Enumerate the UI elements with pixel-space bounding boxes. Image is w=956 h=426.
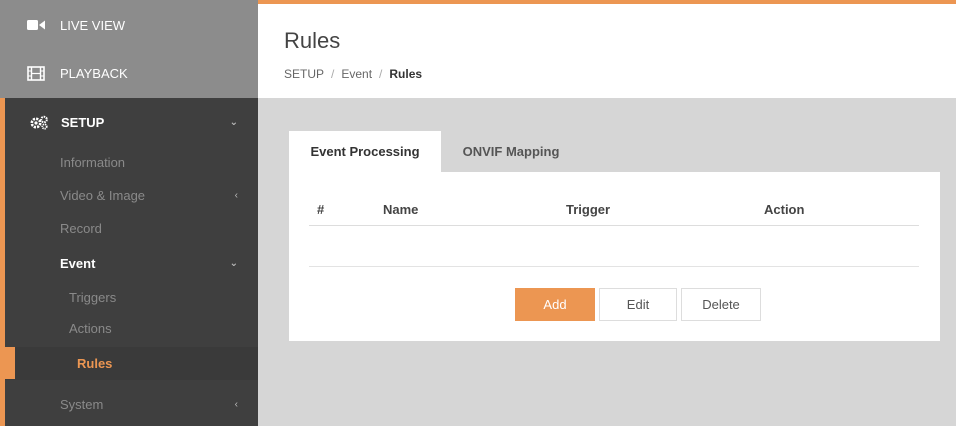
nav-setup[interactable]: SETUP ⌄ (5, 98, 258, 146)
breadcrumb-separator: / (379, 67, 383, 81)
nav-live-view-label: LIVE VIEW (60, 17, 126, 33)
tab-bar: Event Processing ONVIF Mapping (289, 131, 581, 172)
breadcrumb-setup[interactable]: SETUP (284, 67, 324, 81)
sidebar-item-record[interactable]: Record (5, 212, 258, 245)
sidebar-item-event[interactable]: Event ⌄ (5, 247, 258, 280)
active-item-marker (0, 347, 15, 379)
table-divider (309, 266, 919, 267)
nav-setup-label: SETUP (61, 114, 105, 130)
sidebar-item-label: Video & Image (60, 188, 146, 203)
sidebar-item-label: Triggers (69, 290, 117, 305)
setup-section: SETUP ⌄ Information Video & Image ‹ Reco… (0, 98, 258, 426)
sidebar-item-label: Rules (77, 356, 113, 371)
edit-button[interactable]: Edit (599, 288, 677, 321)
column-header-number: # (317, 202, 325, 217)
film-icon (27, 66, 47, 81)
sidebar-item-system[interactable]: System ‹ (5, 388, 258, 421)
page-header: Rules SETUP / Event / Rules (258, 4, 956, 98)
page-title: Rules (284, 28, 341, 53)
breadcrumb-event[interactable]: Event (341, 67, 372, 81)
nav-playback[interactable]: PLAYBACK (0, 49, 258, 98)
breadcrumb-current: Rules (389, 67, 423, 81)
column-header-trigger: Trigger (566, 202, 611, 217)
sidebar-item-label: Actions (69, 321, 112, 336)
add-button[interactable]: Add (515, 288, 595, 321)
sidebar-item-video-image[interactable]: Video & Image ‹ (5, 179, 258, 212)
video-camera-icon (27, 19, 47, 31)
chevron-down-icon: ⌄ (229, 258, 238, 269)
chevron-left-icon: ‹ (234, 399, 238, 410)
delete-button[interactable]: Delete (681, 288, 761, 321)
sidebar-item-information[interactable]: Information (5, 146, 258, 179)
breadcrumb: SETUP / Event / Rules (284, 67, 422, 81)
sidebar-item-actions[interactable]: Actions (5, 312, 258, 345)
sidebar-item-triggers[interactable]: Triggers (5, 281, 258, 314)
chevron-left-icon: ‹ (234, 190, 238, 201)
nav-playback-label: PLAYBACK (60, 66, 128, 81)
breadcrumb-separator: / (331, 67, 335, 81)
sidebar-item-label: Event (60, 256, 96, 271)
tab-event-processing[interactable]: Event Processing (289, 131, 441, 172)
sidebar: LIVE VIEW PLAYBACK SETUP ⌄ Information V… (0, 0, 258, 426)
nav-live-view[interactable]: LIVE VIEW (0, 0, 258, 50)
column-header-name: Name (383, 202, 419, 217)
sidebar-item-label: Information (60, 155, 126, 170)
rules-panel: # Name Trigger Action Add Edit Delete (289, 172, 940, 341)
sidebar-item-label: System (60, 397, 104, 412)
gears-icon (29, 115, 49, 130)
tab-onvif-mapping[interactable]: ONVIF Mapping (441, 131, 581, 172)
sidebar-item-label: Record (60, 221, 102, 236)
column-header-action: Action (764, 202, 805, 217)
sidebar-item-rules[interactable]: Rules (5, 347, 258, 380)
table-header: # Name Trigger Action (309, 200, 919, 226)
top-nav: LIVE VIEW PLAYBACK (0, 0, 258, 98)
chevron-down-icon: ⌄ (229, 116, 238, 128)
